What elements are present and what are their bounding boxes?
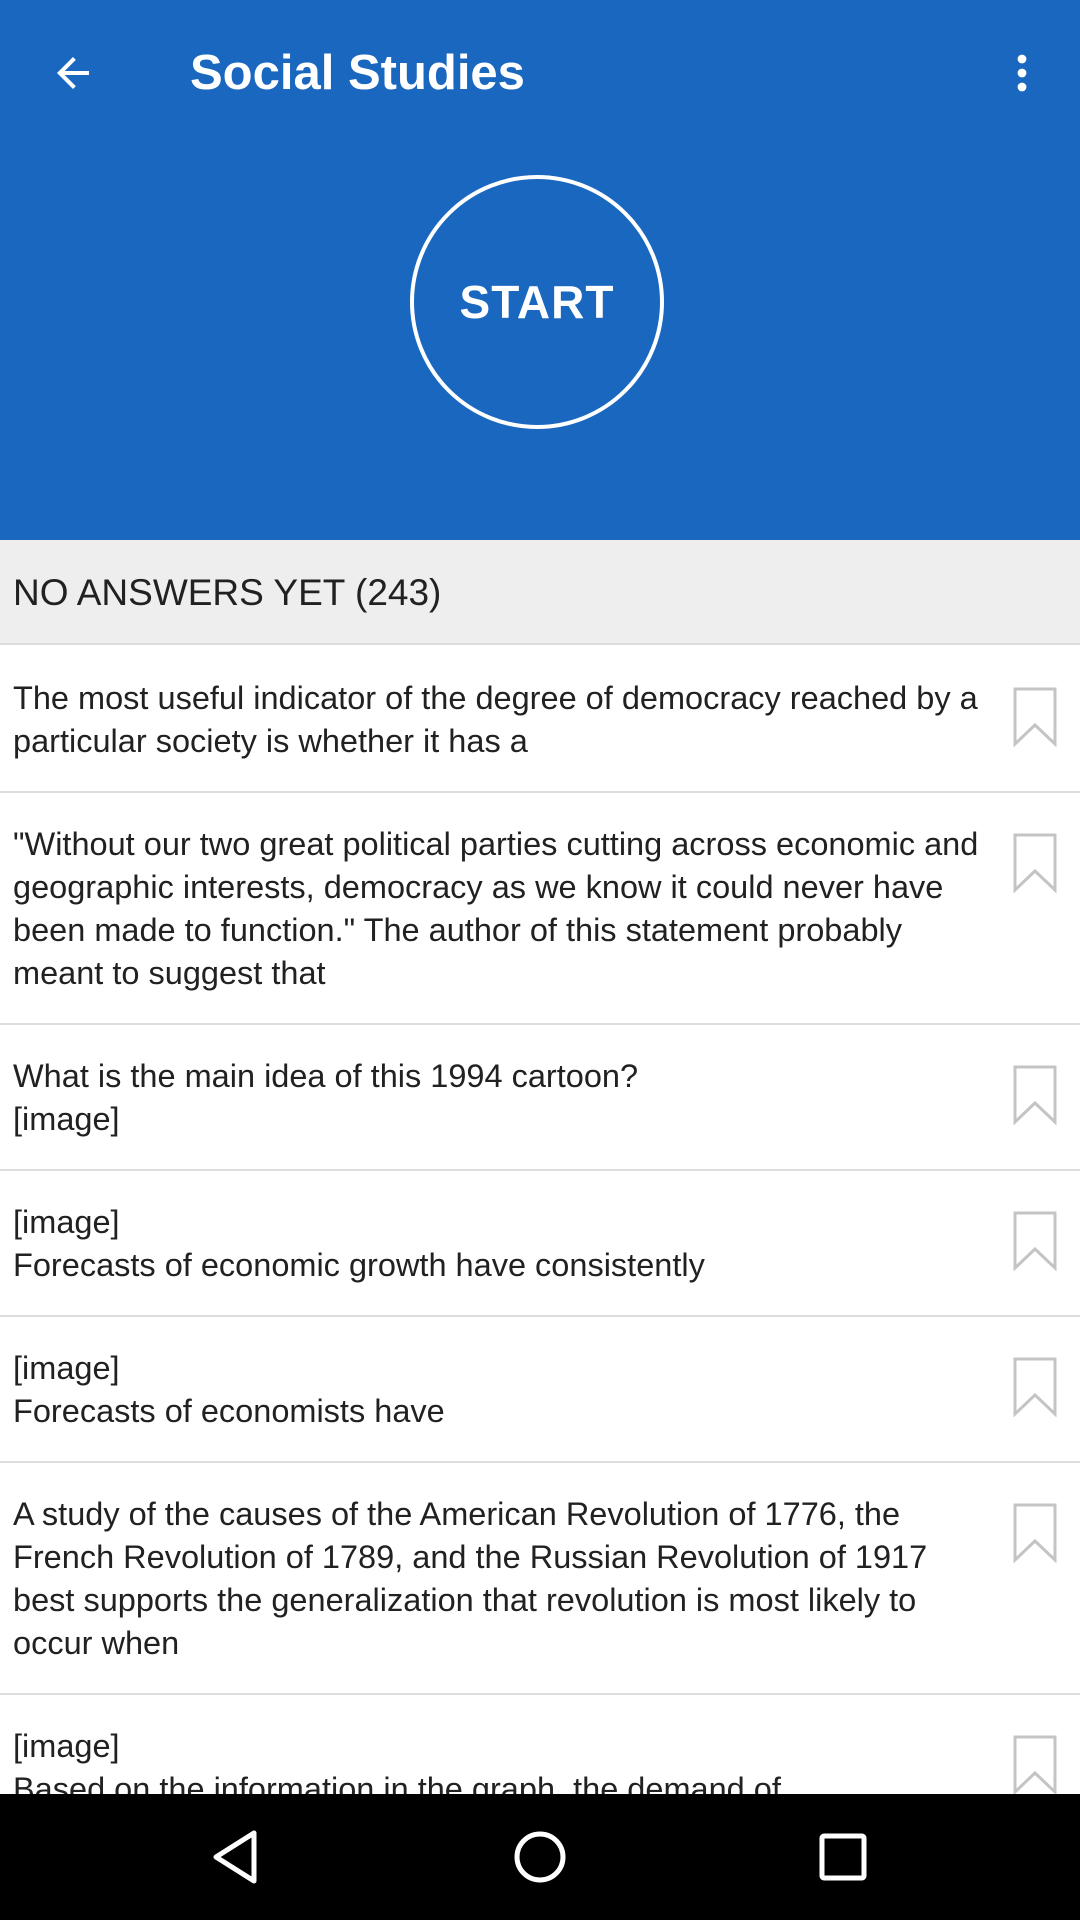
list-item[interactable]: [image] Based on the information in the …: [0, 1695, 1080, 1794]
question-list[interactable]: The most useful indicator of the degree …: [0, 647, 1080, 1794]
toolbar: Social Studies: [0, 0, 1080, 146]
bookmark-icon[interactable]: [1013, 1211, 1057, 1271]
start-button[interactable]: START: [410, 175, 664, 429]
list-item[interactable]: [image] Forecasts of economists have: [0, 1317, 1080, 1463]
app-screen: Social Studies START NO ANSWERS YET (243…: [0, 0, 1080, 1920]
question-text: [image] Based on the information in the …: [13, 1728, 781, 1794]
overflow-menu-button[interactable]: [977, 28, 1067, 118]
list-item[interactable]: "Without our two great political parties…: [0, 793, 1080, 1025]
list-item[interactable]: [image] Forecasts of economic growth hav…: [0, 1171, 1080, 1317]
list-item[interactable]: The most useful indicator of the degree …: [0, 647, 1080, 793]
nav-back-button[interactable]: [196, 1817, 276, 1897]
page-title: Social Studies: [190, 46, 525, 100]
arrow-left-icon: [57, 57, 89, 89]
section-header: NO ANSWERS YET (243): [0, 540, 1080, 645]
list-item[interactable]: What is the main idea of this 1994 carto…: [0, 1025, 1080, 1171]
nav-recents-button[interactable]: [803, 1817, 883, 1897]
bookmark-icon[interactable]: [1013, 1503, 1057, 1563]
question-text: A study of the causes of the American Re…: [13, 1496, 928, 1661]
question-text: What is the main idea of this 1994 carto…: [13, 1058, 639, 1137]
nav-back-icon: [213, 1830, 257, 1884]
bookmark-icon[interactable]: [1013, 1065, 1057, 1125]
more-vert-icon: [1017, 54, 1027, 92]
bookmark-icon[interactable]: [1013, 687, 1057, 747]
bookmark-icon[interactable]: [1013, 833, 1057, 893]
question-text: The most useful indicator of the degree …: [13, 680, 978, 759]
nav-home-button[interactable]: [500, 1817, 580, 1897]
question-text: [image] Forecasts of economists have: [13, 1350, 445, 1429]
header: Social Studies START: [0, 0, 1080, 540]
bookmark-icon[interactable]: [1013, 1735, 1057, 1794]
back-button[interactable]: [28, 28, 118, 118]
nav-home-icon: [514, 1831, 566, 1883]
question-text: [image] Forecasts of economic growth hav…: [13, 1204, 705, 1283]
system-nav-bar: [0, 1794, 1080, 1920]
bookmark-icon[interactable]: [1013, 1357, 1057, 1417]
nav-recents-icon: [819, 1833, 867, 1881]
list-item[interactable]: A study of the causes of the American Re…: [0, 1463, 1080, 1695]
start-button-label: START: [459, 276, 615, 328]
section-title: NO ANSWERS YET (243): [13, 572, 442, 613]
question-text: "Without our two great political parties…: [13, 826, 979, 991]
